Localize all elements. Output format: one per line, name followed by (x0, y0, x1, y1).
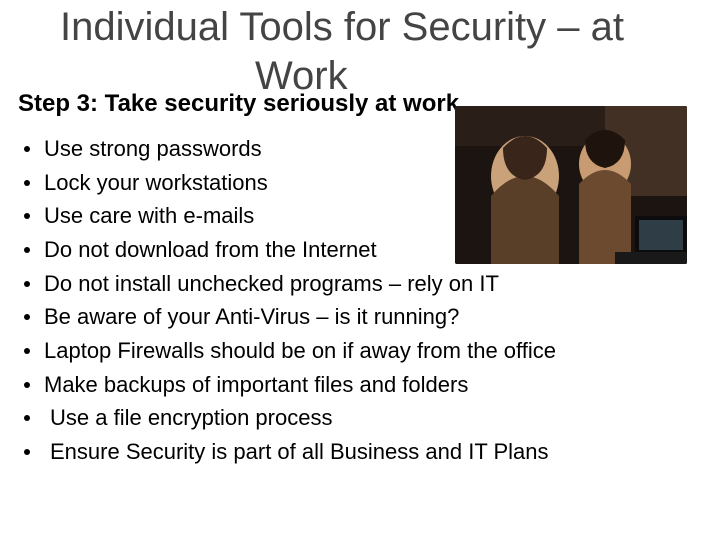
list-item-label: Make backups of important files and fold… (44, 368, 694, 402)
slide-subtitle: Step 3: Take security seriously at work (18, 90, 459, 118)
list-item: Be aware of your Anti-Virus – is it runn… (24, 300, 694, 334)
bullet-icon (24, 415, 30, 421)
list-item: Ensure Security is part of all Business … (24, 435, 694, 469)
list-item: Make backups of important files and fold… (24, 368, 694, 402)
list-item: Use a file encryption process (24, 401, 694, 435)
list-item-label: Use a file encryption process (44, 401, 694, 435)
bullet-icon (24, 247, 30, 253)
list-item-label: Ensure Security is part of all Business … (44, 435, 694, 469)
list-item-label: Use care with e-mails (44, 199, 694, 233)
slide: Individual Tools for Security – at Work … (0, 0, 720, 540)
list-item: Use strong passwords (24, 132, 694, 166)
bullet-icon (24, 449, 30, 455)
list-item: Laptop Firewalls should be on if away fr… (24, 334, 694, 368)
list-item-label: Lock your workstations (44, 166, 694, 200)
list-item-label: Do not download from the Internet (44, 233, 694, 267)
bullet-icon (24, 348, 30, 354)
bullet-icon (24, 180, 30, 186)
bullet-icon (24, 146, 30, 152)
bullet-icon (24, 314, 30, 320)
bullet-list: Use strong passwords Lock your workstati… (24, 132, 694, 469)
slide-title-line1: Individual Tools for Security – at (60, 4, 690, 50)
list-item: Lock your workstations (24, 166, 694, 200)
bullet-icon (24, 213, 30, 219)
list-item: Use care with e-mails (24, 199, 694, 233)
list-item-label: Be aware of your Anti-Virus – is it runn… (44, 300, 694, 334)
bullet-icon (24, 281, 30, 287)
list-item: Do not install unchecked programs – rely… (24, 267, 694, 301)
bullet-icon (24, 382, 30, 388)
list-item-label: Use strong passwords (44, 132, 694, 166)
list-item-label: Laptop Firewalls should be on if away fr… (44, 334, 694, 368)
list-item: Do not download from the Internet (24, 233, 694, 267)
list-item-label: Do not install unchecked programs – rely… (44, 267, 694, 301)
